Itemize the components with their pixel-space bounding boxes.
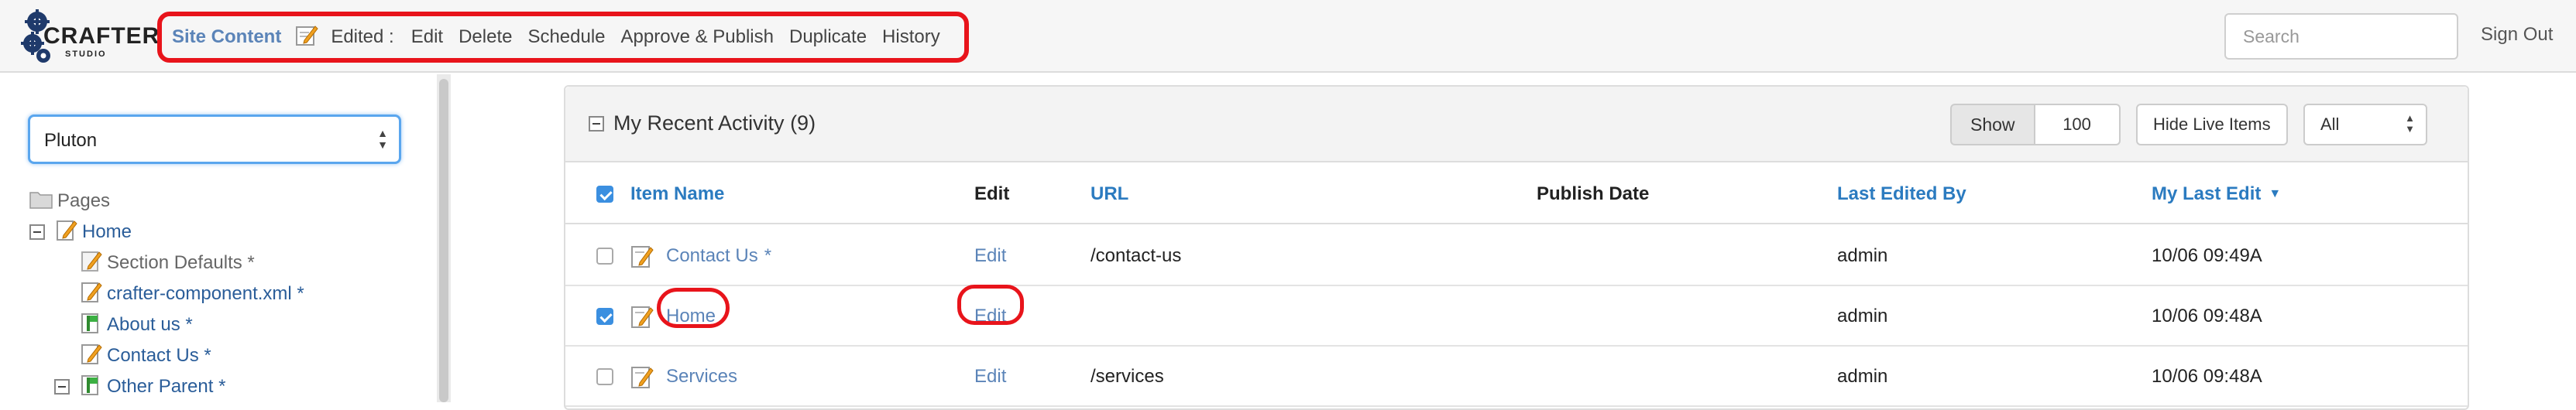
tree-label: Section Defaults * xyxy=(107,252,255,273)
tree-node-contact-us[interactable]: Contact Us * xyxy=(81,340,211,371)
tree-label: Home xyxy=(82,221,132,242)
delete-action[interactable]: Delete xyxy=(459,26,512,48)
site-select-value: Pluton xyxy=(44,130,98,151)
tree-label: Contact Us * xyxy=(107,345,211,366)
brand-sub: STUDIO xyxy=(65,50,107,59)
page-edit-icon xyxy=(631,306,654,328)
show-button[interactable]: Show xyxy=(1950,104,2035,145)
row-item-name[interactable]: Contact Us * xyxy=(666,226,771,286)
row-editor: admin xyxy=(1837,245,1888,266)
row-item-name[interactable]: Services xyxy=(666,347,737,407)
sidebar-scroll-thumb[interactable] xyxy=(439,79,448,402)
page-edit-icon xyxy=(81,280,102,309)
component-edit-icon xyxy=(81,249,102,278)
edited-label: Edited : xyxy=(331,26,394,47)
edit-action[interactable]: Edit xyxy=(411,26,443,48)
page-edit-icon xyxy=(56,218,77,247)
tree-label: Pages xyxy=(57,190,111,211)
tree-node-about-us[interactable]: About us * xyxy=(81,309,193,340)
edit-highlight xyxy=(957,285,1024,325)
col-publish-date: Publish Date xyxy=(1537,183,1650,204)
site-content-link[interactable]: Site Content xyxy=(172,26,281,48)
row-item-name-text: Services xyxy=(666,366,738,387)
tree-label: crafter-component.xml * xyxy=(107,283,304,304)
row-edit-link[interactable]: Edit xyxy=(974,226,1006,286)
row-item-icon xyxy=(630,226,654,286)
filter-select-value: All xyxy=(2320,114,2340,134)
panel-title-text: My Recent Activity (9) xyxy=(613,111,816,135)
recent-activity-panel: My Recent Activity (9) Show 100 Hide Liv… xyxy=(564,85,2469,410)
tree-node-pages[interactable]: Pages xyxy=(29,186,110,217)
collapse-icon[interactable] xyxy=(29,224,45,240)
row-checkbox[interactable] xyxy=(596,347,613,407)
row-checkbox[interactable] xyxy=(596,226,613,286)
tree-node-section-defaults[interactable]: Section Defaults * xyxy=(81,248,255,278)
row-checkbox[interactable] xyxy=(596,286,613,347)
home-highlight xyxy=(657,288,730,328)
tree-node-crafter-component[interactable]: crafter-component.xml * xyxy=(81,278,304,309)
col-item-name[interactable]: Item Name xyxy=(630,164,724,224)
panel-header: My Recent Activity (9) Show 100 Hide Liv… xyxy=(565,87,2468,162)
show-count-group: Show 100 xyxy=(1950,104,2121,145)
tree-node-other-parent[interactable]: Other Parent * xyxy=(54,371,225,402)
select-arrows-icon: ▲ ▼ xyxy=(377,127,388,151)
collapse-icon[interactable] xyxy=(589,115,604,132)
row-item-star: * xyxy=(764,245,772,266)
select-all-checkbox[interactable] xyxy=(596,164,613,224)
row-url: /services xyxy=(1091,366,1164,387)
folder-icon xyxy=(29,189,53,214)
approve-publish-action[interactable]: Approve & Publish xyxy=(621,26,774,48)
row-editor: admin xyxy=(1837,366,1888,387)
row-item-icon xyxy=(630,347,654,407)
brand-name: CRAFTER xyxy=(43,23,160,49)
select-arrows-icon: ▲ ▼ xyxy=(2405,112,2415,135)
row-last-edit-date: 10/06 09:49A xyxy=(2152,245,2262,266)
main-nav: Site Content Edited : Edit Delete Schedu… xyxy=(172,22,956,53)
row-url: /contact-us xyxy=(1091,245,1182,266)
row-editor: admin xyxy=(1837,306,1888,326)
table-row[interactable]: Services Edit /services admin 10/06 09:4… xyxy=(565,347,2468,407)
sign-out-link[interactable]: Sign Out xyxy=(2481,24,2553,46)
filter-select[interactable]: All ▲ ▼ xyxy=(2303,104,2427,145)
site-select[interactable]: Pluton ▲ ▼ xyxy=(28,114,401,164)
edit-pencil-icon xyxy=(295,23,318,52)
page-flag-icon xyxy=(81,311,102,340)
top-bar: CRAFTER STUDIO Site Content Edited : Edi… xyxy=(0,0,2576,73)
tree-label: About us * xyxy=(107,314,193,335)
tree-label: Other Parent * xyxy=(107,376,226,397)
page-flag-icon xyxy=(81,373,102,401)
row-last-edit-date: 10/06 09:48A xyxy=(2152,306,2262,326)
hide-live-items-button[interactable]: Hide Live Items xyxy=(2136,104,2288,145)
table-row[interactable]: Home Edit admin 10/06 09:48A xyxy=(565,286,2468,347)
table-row[interactable]: Contact Us * Edit /contact-us admin 10/0… xyxy=(565,226,2468,286)
schedule-action[interactable]: Schedule xyxy=(527,26,605,48)
page-edit-icon xyxy=(631,367,654,388)
panel-title: My Recent Activity (9) xyxy=(589,111,816,135)
duplicate-action[interactable]: Duplicate xyxy=(789,26,867,48)
col-last-edited-by[interactable]: Last Edited By xyxy=(1837,164,1966,224)
history-action[interactable]: History xyxy=(882,26,940,48)
crafter-logo[interactable]: CRAFTER STUDIO xyxy=(20,6,159,67)
row-edit-link[interactable]: Edit xyxy=(974,347,1006,407)
col-my-last-edit[interactable]: My Last Edit ▼ xyxy=(2152,164,2281,224)
sort-desc-icon: ▼ xyxy=(2269,187,2282,200)
show-count-input[interactable]: 100 xyxy=(2035,104,2121,145)
col-edit: Edit xyxy=(974,183,1010,204)
page-edit-icon xyxy=(631,246,654,268)
tree-node-home[interactable]: Home xyxy=(29,217,132,248)
search-input[interactable] xyxy=(2224,13,2458,60)
row-item-name-text: Contact Us xyxy=(666,245,758,266)
table-header: Item Name Edit URL Publish Date Last Edi… xyxy=(565,164,2468,224)
col-url[interactable]: URL xyxy=(1091,164,1128,224)
row-item-icon xyxy=(630,286,654,347)
row-last-edit-date: 10/06 09:48A xyxy=(2152,366,2262,387)
collapse-icon[interactable] xyxy=(54,379,70,395)
page-edit-icon xyxy=(81,342,102,371)
col-my-last-edit-label: My Last Edit xyxy=(2152,183,2262,204)
